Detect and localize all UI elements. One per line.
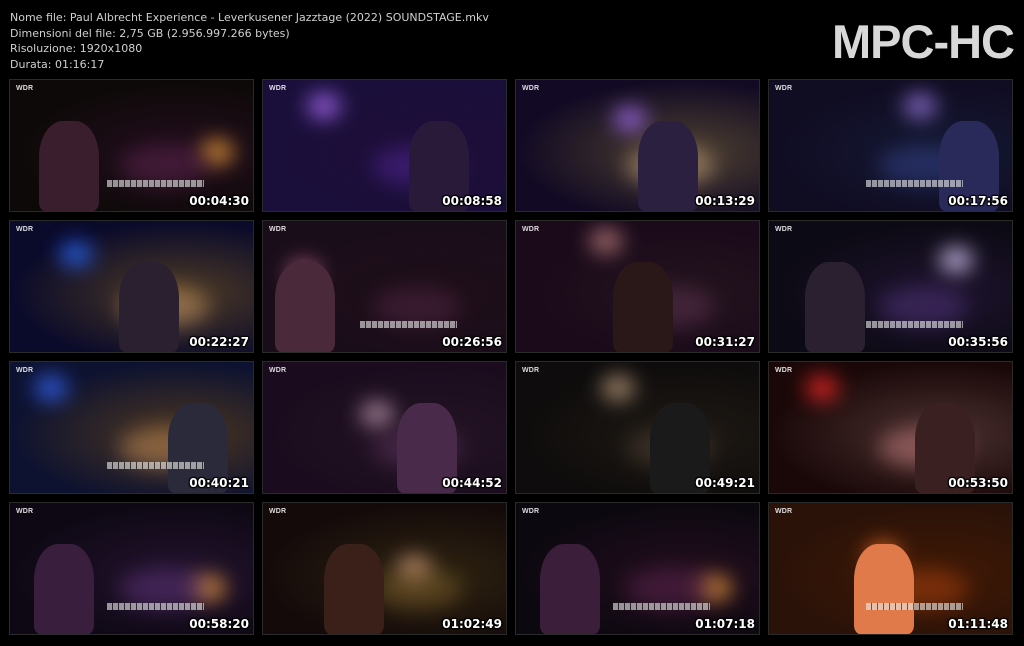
video-thumbnail[interactable]: WDR 01:11:48 xyxy=(768,502,1013,635)
performer-silhouette xyxy=(119,262,180,352)
wdr-watermark: WDR xyxy=(269,508,287,515)
timestamp-label: 00:49:21 xyxy=(695,476,755,490)
performer-silhouette xyxy=(613,262,674,352)
piano-keys xyxy=(866,603,964,610)
video-thumbnail[interactable]: WDR 00:26:56 xyxy=(262,220,507,353)
video-thumbnail[interactable]: WDR 00:08:58 xyxy=(262,79,507,212)
thumbnail-frame xyxy=(263,362,506,493)
timestamp-label: 00:40:21 xyxy=(189,476,249,490)
piano-keys xyxy=(107,603,205,610)
timestamp-label: 01:02:49 xyxy=(442,617,502,631)
wdr-watermark: WDR xyxy=(16,508,34,515)
wdr-watermark: WDR xyxy=(522,85,540,92)
performer-silhouette xyxy=(637,121,698,211)
mpc-hc-logo: MPC-HC xyxy=(832,15,1015,68)
wdr-watermark: WDR xyxy=(16,85,34,92)
wdr-watermark: WDR xyxy=(775,508,793,515)
performer-silhouette xyxy=(323,544,384,634)
wdr-watermark: WDR xyxy=(269,226,287,233)
performer-silhouette xyxy=(34,544,95,634)
wdr-watermark: WDR xyxy=(16,226,34,233)
video-thumbnail[interactable]: WDR 00:04:30 xyxy=(9,79,254,212)
video-thumbnail[interactable]: WDR 00:31:27 xyxy=(515,220,760,353)
video-thumbnail[interactable]: WDR 00:13:29 xyxy=(515,79,760,212)
duration-text: Durata: 01:16:17 xyxy=(10,57,105,71)
stage-light xyxy=(306,93,341,120)
thumbnail-frame xyxy=(263,503,506,634)
piano-keys xyxy=(866,180,964,187)
wdr-watermark: WDR xyxy=(522,367,540,374)
stage-light xyxy=(588,227,623,254)
thumbnail-grid: WDR 00:04:30 WDR 00:08:58 WDR 00:13:29 WDR 00:1… xyxy=(9,79,1013,635)
piano-keys xyxy=(613,603,711,610)
video-thumbnail[interactable]: WDR 00:35:56 xyxy=(768,220,1013,353)
performer-silhouette xyxy=(540,544,601,634)
thumbnail-frame xyxy=(516,362,759,493)
video-thumbnail[interactable]: WDR 00:22:27 xyxy=(9,220,254,353)
ambient-light xyxy=(372,568,463,609)
thumbnail-frame xyxy=(769,362,1012,493)
stage-light xyxy=(601,375,636,402)
piano-keys xyxy=(360,321,458,328)
timestamp-label: 00:26:56 xyxy=(442,335,502,349)
timestamp-label: 01:11:48 xyxy=(948,617,1008,631)
thumbnail-frame xyxy=(263,80,506,211)
performer-silhouette xyxy=(275,262,336,352)
wdr-watermark: WDR xyxy=(16,367,34,374)
piano-keys xyxy=(866,321,964,328)
stage-light xyxy=(902,93,937,120)
timestamp-label: 00:22:27 xyxy=(189,335,249,349)
stage-light xyxy=(58,240,93,267)
timestamp-label: 00:31:27 xyxy=(695,335,755,349)
wdr-watermark: WDR xyxy=(775,226,793,233)
video-thumbnail[interactable]: WDR 00:17:56 xyxy=(768,79,1013,212)
file-info: Nome file: Paul Albrecht Experience - Le… xyxy=(10,10,489,72)
timestamp-label: 00:35:56 xyxy=(948,335,1008,349)
video-thumbnail[interactable]: WDR 00:58:20 xyxy=(9,502,254,635)
wdr-watermark: WDR xyxy=(522,508,540,515)
timestamp-label: 00:08:58 xyxy=(442,194,502,208)
timestamp-label: 00:13:29 xyxy=(695,194,755,208)
piano-keys xyxy=(107,462,205,469)
performer-silhouette xyxy=(39,121,100,211)
wdr-watermark: WDR xyxy=(269,85,287,92)
timestamp-label: 00:44:52 xyxy=(442,476,502,490)
wdr-watermark: WDR xyxy=(522,226,540,233)
video-thumbnail[interactable]: WDR 00:44:52 xyxy=(262,361,507,494)
timestamp-label: 00:58:20 xyxy=(189,617,249,631)
piano-keys xyxy=(107,180,205,187)
performer-silhouette xyxy=(854,544,915,634)
file-size-text: Dimensioni del file: 2,75 GB (2.956.997.… xyxy=(10,26,290,40)
wdr-watermark: WDR xyxy=(269,367,287,374)
video-thumbnail[interactable]: WDR 00:49:21 xyxy=(515,361,760,494)
timestamp-label: 00:53:50 xyxy=(948,476,1008,490)
wdr-watermark: WDR xyxy=(775,85,793,92)
timestamp-label: 01:07:18 xyxy=(695,617,755,631)
resolution-text: Risoluzione: 1920x1080 xyxy=(10,42,143,56)
video-thumbnail[interactable]: WDR 01:02:49 xyxy=(262,502,507,635)
performer-silhouette xyxy=(805,262,866,352)
video-thumbnail[interactable]: WDR 01:07:18 xyxy=(515,502,760,635)
video-thumbnail[interactable]: WDR 00:40:21 xyxy=(9,361,254,494)
timestamp-label: 00:04:30 xyxy=(189,194,249,208)
video-thumbnail[interactable]: WDR 00:53:50 xyxy=(768,361,1013,494)
wdr-watermark: WDR xyxy=(775,367,793,374)
timestamp-label: 00:17:56 xyxy=(948,194,1008,208)
file-name-text: Nome file: Paul Albrecht Experience - Le… xyxy=(10,11,489,24)
